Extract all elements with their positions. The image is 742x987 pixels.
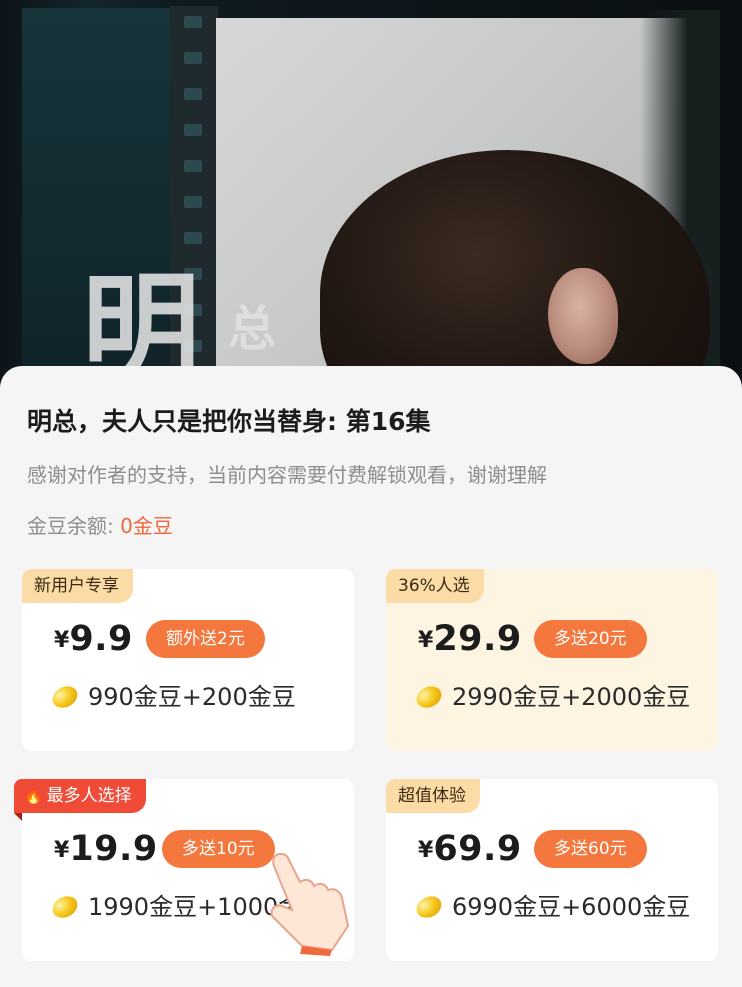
package-beans: 2990金豆+2000金豆 [416,677,706,712]
unlock-notice: 感谢对作者的支持，当前内容需要付费解锁观看，谢谢理解 [27,463,547,487]
package-price: ¥9.9 [54,619,133,659]
bean-balance: 金豆余额: 0金豆 [27,510,173,539]
gold-bean-icon [52,682,82,712]
unlock-sheet: 明总，夫人只是把你当替身: 第16集 感谢对作者的支持，当前内容需要付费解锁观看… [0,366,742,987]
bonus-badge: 额外送2元 [146,620,265,658]
package-card-29-9[interactable]: 36%人选 ¥29.9 多送20元 2990金豆+2000金豆 [386,569,718,751]
bean-balance-label: 金豆余额: [27,514,121,538]
bean-balance-value: 0金豆 [120,514,173,538]
package-card-9-9[interactable]: 新用户专享 ¥9.9 额外送2元 990金豆+200金豆 [22,569,354,751]
package-tag: 超值体验 [386,779,480,813]
package-tag: 新用户专享 [22,569,133,603]
package-tag: 36%人选 [386,569,484,603]
pointing-hand-icon [270,852,350,956]
package-price: ¥19.9 [54,829,158,869]
package-price: ¥29.9 [418,619,522,659]
package-card-69-9[interactable]: 超值体验 ¥69.9 多送60元 6990金豆+6000金豆 [386,779,718,961]
gold-bean-icon [416,892,446,922]
package-price: ¥69.9 [418,829,522,869]
flame-icon: 🔥 [24,787,43,805]
bonus-badge: 多送60元 [534,830,647,868]
episode-title: 明总，夫人只是把你当替身: 第16集 [27,407,431,436]
video-player[interactable]: 明 总 [0,0,742,400]
video-overlay-title-small: 总 [228,301,277,357]
gold-bean-icon [416,682,446,712]
package-tag-hot: 🔥 最多人选择 [14,779,146,821]
package-beans: 6990金豆+6000金豆 [416,887,706,922]
bonus-badge: 多送20元 [534,620,647,658]
package-beans: 990金豆+200金豆 [52,677,342,712]
gold-bean-icon [52,892,82,922]
